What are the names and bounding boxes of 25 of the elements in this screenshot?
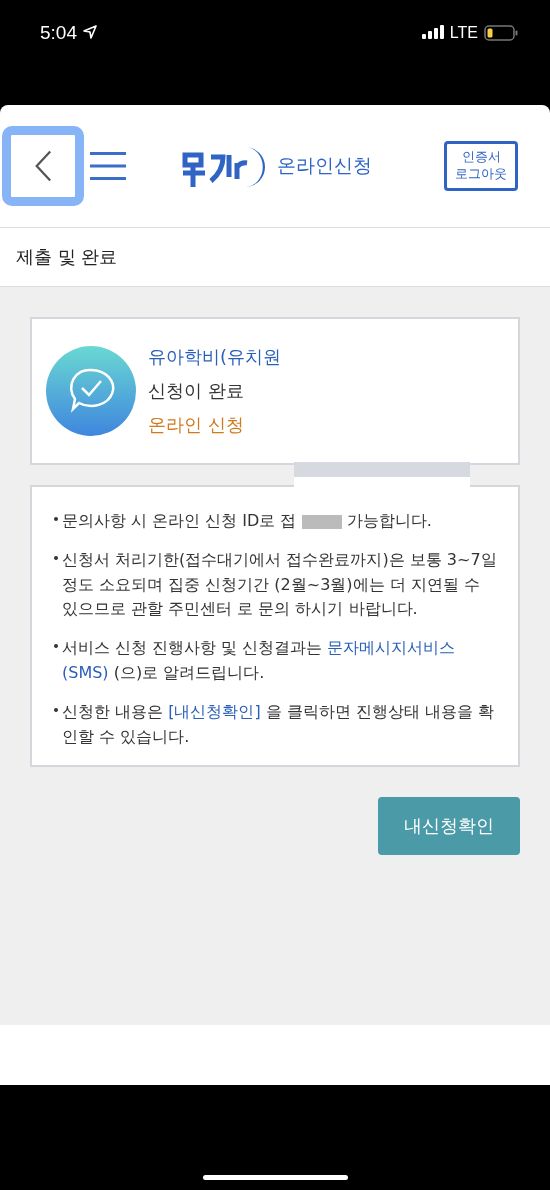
redaction-block (301, 514, 342, 529)
notice-link[interactable]: [내신청확인] (168, 701, 261, 721)
bullet-icon (54, 707, 58, 712)
location-arrow-icon (83, 25, 97, 39)
notice-text: 서비스 신청 진행사항 및 신청결과는 문자메시지서비스 (SMS) (으)로 알려드립니다. (62, 637, 457, 684)
chat-check-icon (46, 346, 136, 436)
notice-text: 신청한 내용은 [내신청확인] 을 클릭하면 진행상태 내용을 확인할 수 있습니다. (62, 700, 496, 748)
my-application-button[interactable]: 내신청확인 (378, 797, 520, 856)
application-method: 온라인 신청 (148, 413, 245, 437)
menu-icon[interactable] (90, 151, 126, 181)
status-time: 5:04 (40, 22, 77, 44)
service-title: 유아학비(유치원 (148, 345, 282, 369)
notice-text: 문의사항 시 온라인 신청 ID로 접 가능합니다. (62, 510, 432, 532)
logo-text: 온라인신청 (276, 153, 372, 178)
completion-message: 신청이 완료 (148, 379, 245, 403)
bullet-icon (54, 517, 58, 521)
notice-link[interactable]: 문자메시지서비스 (327, 638, 456, 658)
notice-link[interactable]: (SMS) (62, 663, 109, 682)
bullet-icon (54, 555, 58, 560)
network-label: LTE (449, 24, 478, 42)
battery-icon (484, 25, 518, 41)
notice-text: 신청서 처리기한(접수대기에서 접수완료까지)은 보통 3~7일 정도 소요되며 집중 신청기간 (2월~3월)에는 더 지연될 수 있으므로 관할 주민센터 로 문의 하시기 바랍니다. (62, 548, 498, 621)
logout-button[interactable]: 인증서 로그아웃 (444, 141, 518, 191)
bullet-icon (54, 644, 58, 649)
signal-icon (421, 25, 444, 39)
